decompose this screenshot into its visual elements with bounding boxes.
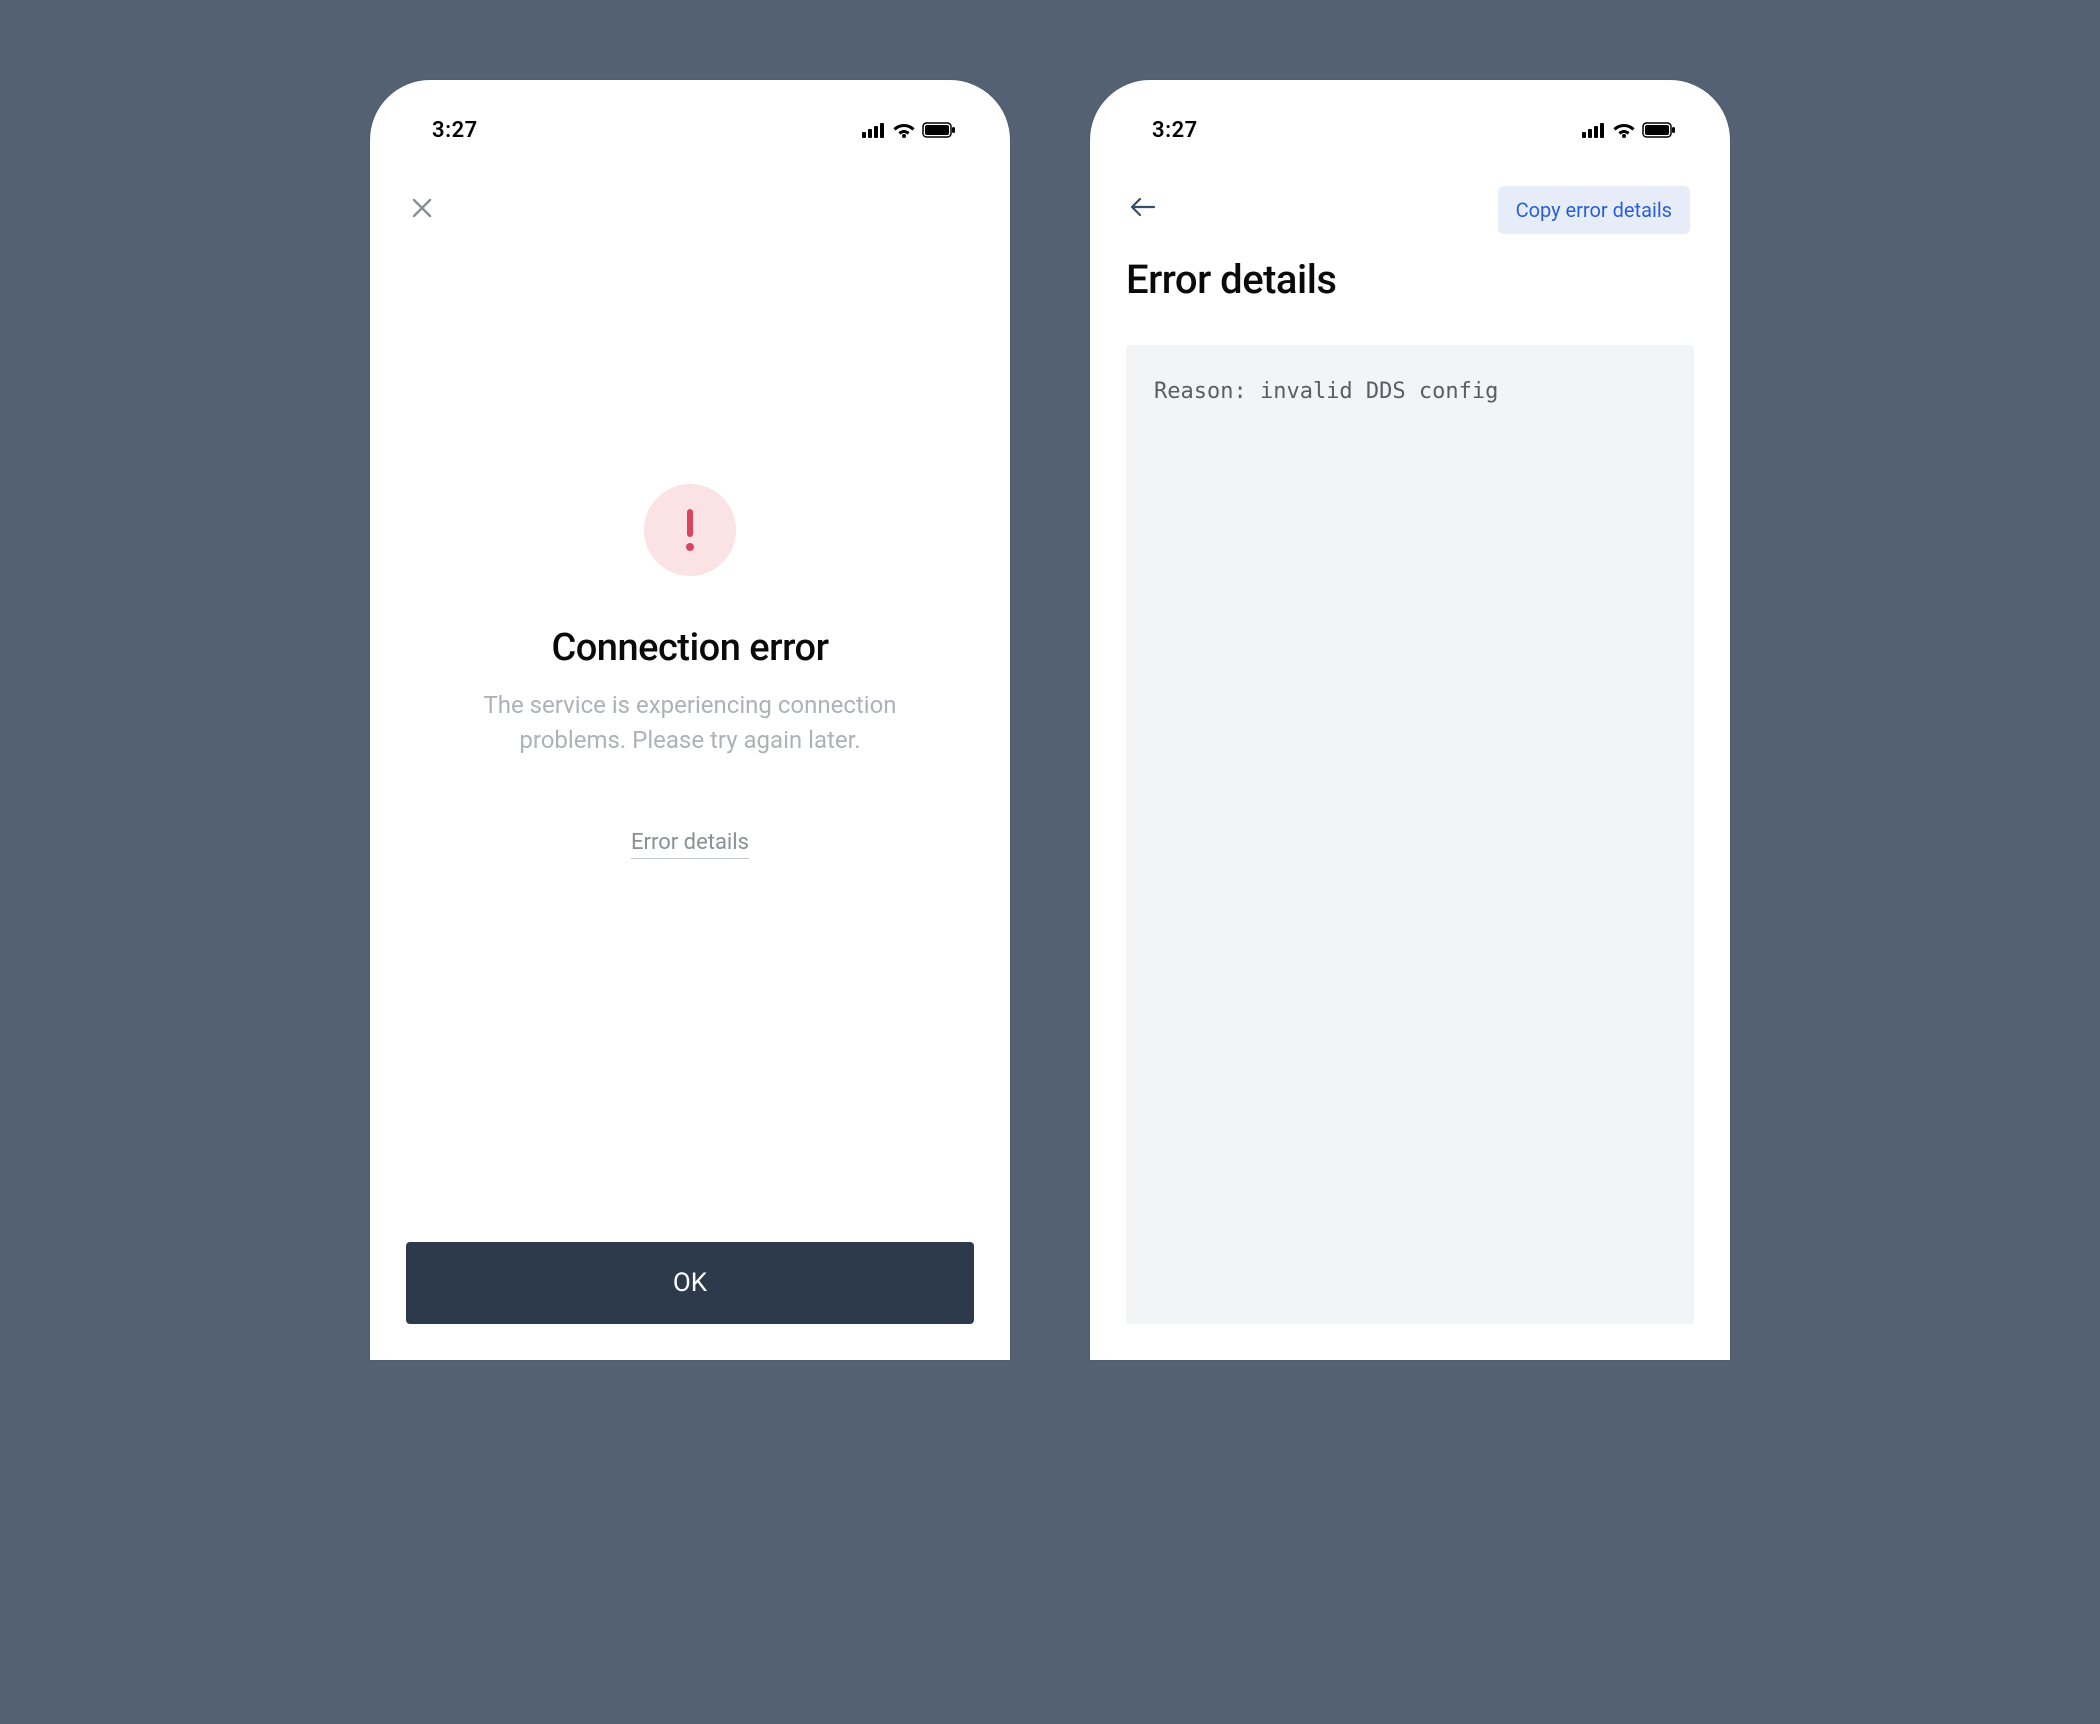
cellular-icon bbox=[862, 122, 886, 138]
error-code-block: Reason: invalid DDS config bbox=[1126, 345, 1694, 1324]
error-details-link[interactable]: Error details bbox=[631, 830, 749, 859]
status-time: 3:27 bbox=[432, 118, 478, 143]
cellular-icon bbox=[1582, 122, 1606, 138]
error-icon bbox=[644, 484, 736, 576]
page-title: Error details bbox=[1126, 256, 1694, 303]
back-icon[interactable] bbox=[1130, 196, 1158, 224]
header-row: Copy error details bbox=[1126, 186, 1694, 234]
copy-error-button[interactable]: Copy error details bbox=[1498, 186, 1690, 234]
error-content: Connection error The service is experien… bbox=[406, 234, 974, 1242]
status-time: 3:27 bbox=[1152, 118, 1198, 143]
phone-screen-details: 3:27 Copy error details Error details Re… bbox=[1090, 80, 1730, 1360]
header-row bbox=[406, 186, 974, 234]
status-bar: 3:27 bbox=[1126, 110, 1694, 150]
battery-icon bbox=[922, 122, 956, 138]
battery-icon bbox=[1642, 122, 1676, 138]
status-bar: 3:27 bbox=[406, 110, 974, 150]
wifi-icon bbox=[893, 122, 915, 138]
exclamation-icon bbox=[683, 507, 697, 553]
error-message: The service is experiencing connection p… bbox=[430, 688, 950, 758]
phone-screen-error: 3:27 Connection error The service is exp… bbox=[370, 80, 1010, 1360]
close-icon[interactable] bbox=[410, 196, 438, 224]
error-title: Connection error bbox=[551, 626, 828, 670]
wifi-icon bbox=[1613, 122, 1635, 138]
ok-button[interactable]: OK bbox=[406, 1242, 974, 1324]
status-icons bbox=[1582, 122, 1676, 138]
status-icons bbox=[862, 122, 956, 138]
